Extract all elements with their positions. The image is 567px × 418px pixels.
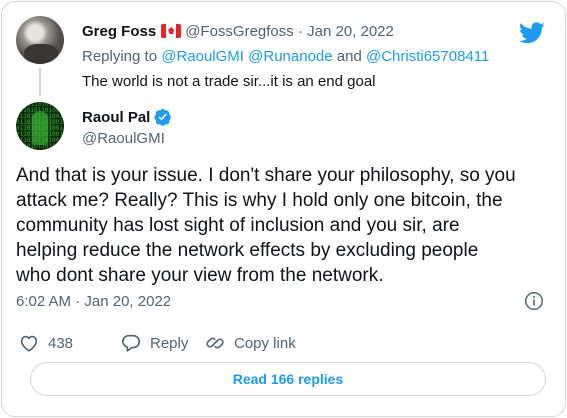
like-button[interactable]: 438 bbox=[18, 331, 73, 355]
tweet-date-link[interactable]: Jan 20, 2022 bbox=[307, 23, 394, 40]
canada-flag-icon bbox=[161, 24, 182, 38]
parent-tweet[interactable]: Greg Foss @FossGregfoss · Jan 20, 2022 Re… bbox=[2, 2, 565, 100]
replying-to-label: Replying to bbox=[82, 48, 158, 65]
verified-badge-icon bbox=[154, 108, 172, 126]
read-replies-button[interactable]: Read 166 replies bbox=[30, 362, 546, 396]
mention-link[interactable]: @RaoulGMI bbox=[161, 48, 244, 65]
mention-link[interactable]: @Christi65708411 bbox=[366, 48, 489, 65]
heart-icon bbox=[20, 335, 38, 352]
author-handle[interactable]: @FossGregfoss bbox=[185, 23, 294, 40]
author-name[interactable]: Raoul Pal bbox=[82, 109, 150, 126]
parent-tweet-header: Greg Foss @FossGregfoss · Jan 20, 2022 bbox=[82, 23, 394, 40]
mention-link[interactable]: @Runanode bbox=[248, 48, 332, 65]
replying-to-line: Replying to @RaoulGMI @Runanode and @Chr… bbox=[82, 48, 489, 65]
copy-link-button[interactable]: Copy link bbox=[204, 331, 296, 355]
and-word: and bbox=[336, 48, 362, 65]
link-icon bbox=[206, 337, 224, 349]
separator-dot: · bbox=[297, 23, 303, 40]
avatar[interactable] bbox=[16, 16, 64, 64]
author-name[interactable]: Greg Foss bbox=[82, 23, 156, 40]
thread-connector-line bbox=[39, 68, 41, 96]
author-name-row: Raoul Pal bbox=[82, 108, 172, 126]
twitter-bird-icon[interactable] bbox=[519, 22, 545, 44]
separator-dot: · bbox=[75, 293, 81, 310]
reply-label: Reply bbox=[150, 334, 189, 352]
main-tweet-header: 1010110101001011010110100101101011010010… bbox=[2, 100, 565, 158]
copy-link-label: Copy link bbox=[234, 334, 296, 352]
tweet-embed-card: Greg Foss @FossGregfoss · Jan 20, 2022 Re… bbox=[1, 1, 566, 417]
main-tweet-text: And that is your issue. I don't share yo… bbox=[16, 165, 516, 286]
tweet-timestamp-link[interactable]: 6:02 AM · Jan 20, 2022 bbox=[16, 293, 171, 310]
author-handle[interactable]: @RaoulGMI bbox=[82, 130, 165, 147]
reply-bubble-icon bbox=[121, 334, 141, 352]
info-icon[interactable] bbox=[523, 290, 545, 312]
reply-button[interactable]: Reply bbox=[120, 331, 188, 355]
tweet-date: Jan 20, 2022 bbox=[84, 293, 172, 310]
like-count: 438 bbox=[48, 334, 74, 352]
tweet-time: 6:02 AM bbox=[16, 293, 72, 310]
avatar[interactable]: 1010110101001011010110100101101011010010… bbox=[16, 102, 64, 150]
parent-tweet-text: The world is not a trade sir...it is an … bbox=[82, 73, 376, 90]
